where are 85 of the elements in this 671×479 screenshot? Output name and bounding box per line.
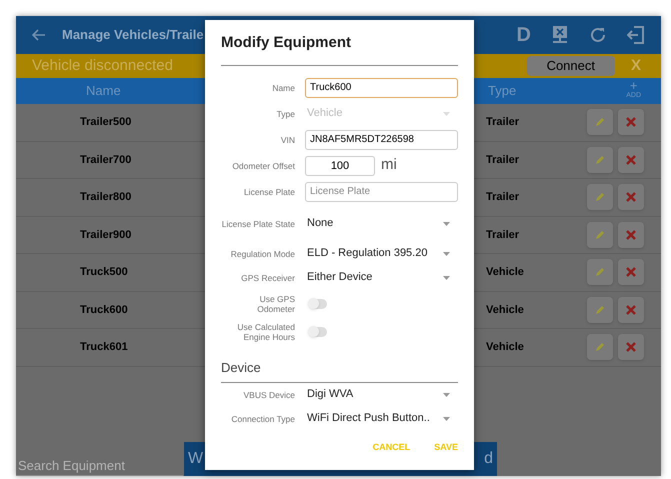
disconnected-device-icon[interactable]	[551, 25, 569, 45]
delete-button[interactable]	[618, 222, 644, 248]
equipment-name: Trailer800	[80, 190, 132, 205]
toggle-switch[interactable]	[309, 298, 327, 308]
close-icon	[626, 304, 636, 315]
dropdown-caret-icon[interactable]	[443, 416, 450, 420]
pencil-icon	[595, 117, 605, 128]
pencil-icon	[595, 154, 605, 165]
field-label: Use Calculated Engine Hours	[236, 322, 295, 342]
edit-button[interactable]	[587, 184, 613, 210]
equipment-type: Trailer	[486, 228, 520, 242]
equipment-name: Trailer500	[80, 115, 132, 130]
button-label-fragment: d	[484, 449, 493, 469]
dropdown[interactable]: WiFi Direct Push Button..	[303, 410, 458, 427]
field-label: License Plate	[242, 186, 295, 196]
dialog-title: Modify Equipment	[221, 33, 352, 53]
field-label: License Plate State	[221, 218, 295, 228]
screen-title: Manage Vehicles/Traile	[62, 26, 204, 44]
number-field[interactable]: 100	[305, 156, 375, 176]
equipment-name: Truck500	[80, 265, 128, 280]
field-label: Connection Type	[230, 414, 295, 424]
pencil-icon	[595, 342, 605, 352]
column-header: Name	[86, 82, 121, 100]
dropdown[interactable]: Either Device	[303, 269, 458, 286]
edit-button[interactable]	[587, 146, 613, 173]
equipment-name: Trailer900	[80, 228, 132, 242]
delete-button[interactable]	[618, 259, 644, 286]
equipment-type: Trailer	[486, 152, 520, 168]
close-icon	[626, 192, 636, 202]
delete-button[interactable]	[618, 184, 644, 210]
equipment-type: Trailer	[486, 115, 520, 130]
back-arrow-icon[interactable]	[32, 29, 46, 41]
close-icon	[626, 117, 636, 128]
dropdown-caret-icon[interactable]	[443, 392, 450, 396]
equipment-type: Vehicle	[486, 340, 524, 355]
delete-button[interactable]	[618, 146, 644, 173]
equipment-name: Trailer700	[80, 152, 132, 168]
equipment-name: Truck601	[80, 340, 128, 355]
edit-button[interactable]	[587, 259, 613, 286]
close-icon	[626, 230, 636, 240]
equipment-type: Vehicle	[486, 302, 524, 318]
pencil-icon	[595, 267, 605, 278]
dropdown-caret-icon[interactable]	[443, 222, 450, 226]
toggle-switch[interactable]	[309, 326, 327, 336]
field-label: VBUS Device	[242, 390, 295, 400]
refresh-icon[interactable]	[589, 26, 607, 44]
equipment-type: Trailer	[486, 190, 520, 205]
unit-label: mi	[381, 155, 397, 176]
dropdown[interactable]: ELD - Regulation 395.20	[303, 245, 458, 262]
delete-button[interactable]	[618, 334, 644, 360]
section-heading: Device	[221, 360, 261, 374]
logout-icon[interactable]	[627, 25, 645, 45]
close-icon	[626, 342, 636, 352]
delete-button[interactable]	[618, 296, 644, 323]
edit-button[interactable]	[587, 334, 613, 360]
edit-button[interactable]	[587, 296, 613, 323]
dropdown-caret-icon[interactable]	[443, 252, 450, 256]
close-icon	[626, 267, 636, 278]
pencil-icon	[595, 192, 605, 202]
delete-button[interactable]	[618, 109, 644, 136]
dropdown[interactable]: None	[303, 215, 458, 232]
pencil-icon	[595, 230, 605, 240]
field-label: Odometer Offset	[231, 160, 295, 170]
field-label: Type	[276, 108, 295, 118]
search-field[interactable]: Search Equipment	[16, 454, 183, 476]
equipment-name: Truck600	[80, 302, 128, 318]
banner-message: Vehicle disconnected	[32, 56, 173, 76]
dropdown-caret-icon[interactable]	[443, 276, 450, 280]
text-field[interactable]: JN8AF5MR5DT226598	[305, 130, 458, 150]
edit-button[interactable]	[587, 109, 613, 136]
field-label: Use GPS Odometer	[256, 294, 295, 314]
text-field[interactable]: License Plate	[305, 182, 458, 202]
equipment-type: Vehicle	[486, 265, 524, 280]
text-field[interactable]: Truck600	[305, 78, 458, 98]
field-label: Name	[271, 82, 295, 92]
pencil-icon	[595, 304, 605, 315]
edit-button[interactable]	[587, 222, 613, 248]
field-label: Regulation Mode	[230, 248, 295, 258]
close-icon	[626, 154, 636, 165]
field-label: VIN	[280, 134, 295, 144]
button-label-fragment: W	[188, 449, 204, 469]
column-header: Type	[488, 82, 516, 100]
field-label: GPS Receiver	[240, 272, 295, 282]
dropdown[interactable]: Digi WVA	[303, 386, 458, 403]
connect-button[interactable]: Connect	[526, 56, 615, 76]
